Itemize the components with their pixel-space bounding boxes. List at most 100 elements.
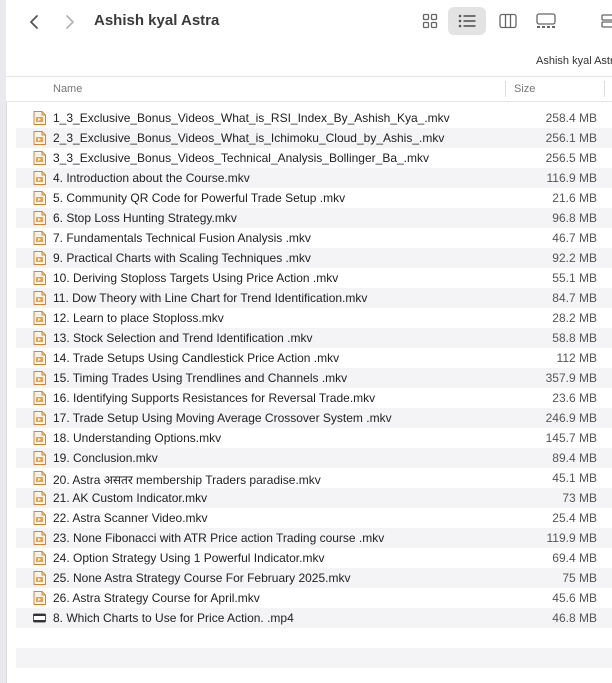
gallery-icon: [536, 13, 556, 28]
file-row[interactable]: 10. Deriving Stoploss Targets Using Pric…: [16, 268, 612, 288]
file-name: 10. Deriving Stoploss Targets Using Pric…: [53, 271, 339, 285]
file-name: 17. Trade Setup Using Moving Average Cro…: [53, 411, 392, 425]
mkv-file-icon: [33, 171, 46, 185]
mkv-file-icon: [33, 511, 46, 525]
list-view-button[interactable]: [448, 7, 486, 35]
file-name: 16. Identifying Supports Resistances for…: [53, 391, 376, 405]
file-size: 145.7 MB: [545, 431, 597, 445]
file-name: 2_3_Exclusive_Bonus_Videos_What_is_Ichim…: [53, 131, 445, 145]
list-icon: [458, 14, 476, 28]
file-size: 25.4 MB: [552, 511, 597, 525]
file-name: 11. Dow Theory with Line Chart for Trend…: [53, 291, 368, 305]
columns-icon: [499, 13, 517, 29]
file-row[interactable]: 16. Identifying Supports Resistances for…: [16, 388, 612, 408]
file-size: 45.1 MB: [552, 471, 597, 485]
mkv-file-icon: [33, 351, 46, 365]
file-row[interactable]: 6. Stop Loss Hunting Strategy.mkv 96.8 MB: [16, 208, 612, 228]
mkv-file-icon: [33, 431, 46, 445]
file-row[interactable]: 21. AK Custom Indicator.mkv 73 MB: [16, 488, 612, 508]
file-name: 23. None Fibonacci with ATR Price action…: [53, 531, 385, 545]
window-title: Ashish kyal Astra: [94, 12, 220, 29]
mkv-file-icon: [33, 271, 46, 285]
file-size: 69.4 MB: [552, 551, 597, 565]
file-row[interactable]: 19. Conclusion.mkv 89.4 MB: [16, 448, 612, 468]
mkv-file-icon: [33, 311, 46, 325]
gallery-view-button[interactable]: [532, 7, 560, 35]
window-left-edge: [0, 0, 7, 683]
file-size: 116.9 MB: [546, 171, 597, 185]
mkv-file-icon: [33, 411, 46, 425]
file-row[interactable]: 23. None Fibonacci with ATR Price action…: [16, 528, 612, 548]
file-row[interactable]: 8. Which Charts to Use for Price Action.…: [16, 608, 612, 628]
file-row[interactable]: 5. Community QR Code for Powerful Trade …: [16, 188, 612, 208]
file-size: 23.6 MB: [552, 391, 597, 405]
mkv-file-icon: [33, 291, 46, 305]
file-row[interactable]: 3_3_Exclusive_Bonus_Videos_Technical_Ana…: [16, 148, 612, 168]
file-size: 112 MB: [556, 351, 597, 365]
file-name: 9. Practical Charts with Scaling Techniq…: [53, 251, 311, 265]
column-divider[interactable]: [505, 81, 506, 97]
back-button[interactable]: [22, 10, 46, 34]
column-view-button[interactable]: [494, 7, 522, 35]
mkv-file-icon: [33, 331, 46, 345]
file-row[interactable]: 25. None Astra Strategy Course For Febru…: [16, 568, 612, 588]
mkv-file-icon: [33, 451, 46, 465]
file-name: 22. Astra Scanner Video.mkv: [53, 511, 208, 525]
mkv-file-icon: [33, 371, 46, 385]
file-name: 18. Understanding Options.mkv: [53, 431, 222, 445]
file-row[interactable]: 17. Trade Setup Using Moving Average Cro…: [16, 408, 612, 428]
mkv-file-icon: [33, 491, 46, 505]
name-column-header[interactable]: Name: [53, 83, 82, 95]
file-row[interactable]: 2_3_Exclusive_Bonus_Videos_What_is_Ichim…: [16, 128, 612, 148]
file-row[interactable]: 1_3_Exclusive_Bonus_Videos_What_is_RSI_I…: [16, 108, 612, 128]
file-name: 4. Introduction about the Course.mkv: [53, 171, 250, 185]
file-row[interactable]: 22. Astra Scanner Video.mkv 25.4 MB: [16, 508, 612, 528]
file-row[interactable]: 12. Learn to place Stoploss.mkv 28.2 MB: [16, 308, 612, 328]
mkv-file-icon: [33, 151, 46, 165]
chevron-left-icon: [30, 15, 38, 29]
column-divider[interactable]: [604, 81, 605, 97]
mkv-file-icon: [33, 571, 46, 585]
file-row[interactable]: 7. Fundamentals Technical Fusion Analysi…: [16, 228, 612, 248]
file-size: 46.7 MB: [552, 231, 597, 245]
mkv-file-icon: [33, 251, 46, 265]
file-row[interactable]: 13. Stock Selection and Trend Identifica…: [16, 328, 612, 348]
file-name: 20. Astra असतर membership Traders paradi…: [53, 473, 321, 487]
group-button[interactable]: [598, 7, 612, 35]
file-row[interactable]: 11. Dow Theory with Line Chart for Trend…: [16, 288, 612, 308]
file-row[interactable]: 9. Practical Charts with Scaling Techniq…: [16, 248, 612, 268]
file-row[interactable]: 18. Understanding Options.mkv 145.7 MB: [16, 428, 612, 448]
file-name: 6. Stop Loss Hunting Strategy.mkv: [53, 211, 237, 225]
mkv-file-icon: [33, 531, 46, 545]
forward-button[interactable]: [58, 10, 82, 34]
file-size: 75 MB: [562, 571, 597, 585]
file-row[interactable]: 14. Trade Setups Using Candlestick Price…: [16, 348, 612, 368]
file-name: 13. Stock Selection and Trend Identifica…: [53, 331, 313, 345]
file-row[interactable]: 24. Option Strategy Using 1 Powerful Ind…: [16, 548, 612, 568]
file-row[interactable]: 15. Timing Trades Using Trendlines and C…: [16, 368, 612, 388]
file-size: 58.8 MB: [552, 331, 597, 345]
file-list: 1_3_Exclusive_Bonus_Videos_What_is_RSI_I…: [16, 108, 612, 628]
file-name: 21. AK Custom Indicator.mkv: [53, 491, 208, 505]
file-size: 21.6 MB: [552, 191, 597, 205]
path-bar: Ashish kyal Astra: [6, 44, 612, 77]
mkv-file-icon: [33, 391, 46, 405]
file-size: 246.9 MB: [545, 411, 597, 425]
mkv-file-icon: [33, 231, 46, 245]
mkv-file-icon: [33, 211, 46, 225]
column-header: Name Size: [6, 77, 612, 102]
file-name: 24. Option Strategy Using 1 Powerful Ind…: [53, 551, 325, 565]
file-size: 357.9 MB: [545, 371, 597, 385]
file-name: 7. Fundamentals Technical Fusion Analysi…: [53, 231, 311, 245]
file-size: 28.2 MB: [552, 311, 597, 325]
size-column-header[interactable]: Size: [514, 83, 535, 95]
icon-view-button[interactable]: [416, 7, 444, 35]
file-size: 256.1 MB: [545, 131, 597, 145]
file-row[interactable]: 26. Astra Strategy Course for April.mkv 4…: [16, 588, 612, 608]
file-size: 256.5 MB: [545, 151, 597, 165]
path-folder-label[interactable]: Ashish kyal Astra: [536, 55, 612, 67]
file-name: 26. Astra Strategy Course for April.mkv: [53, 591, 260, 605]
file-size: 119.9 MB: [546, 531, 597, 545]
file-row[interactable]: 20. Astra असतर membership Traders paradi…: [16, 468, 612, 488]
file-row[interactable]: 4. Introduction about the Course.mkv 116.…: [16, 168, 612, 188]
